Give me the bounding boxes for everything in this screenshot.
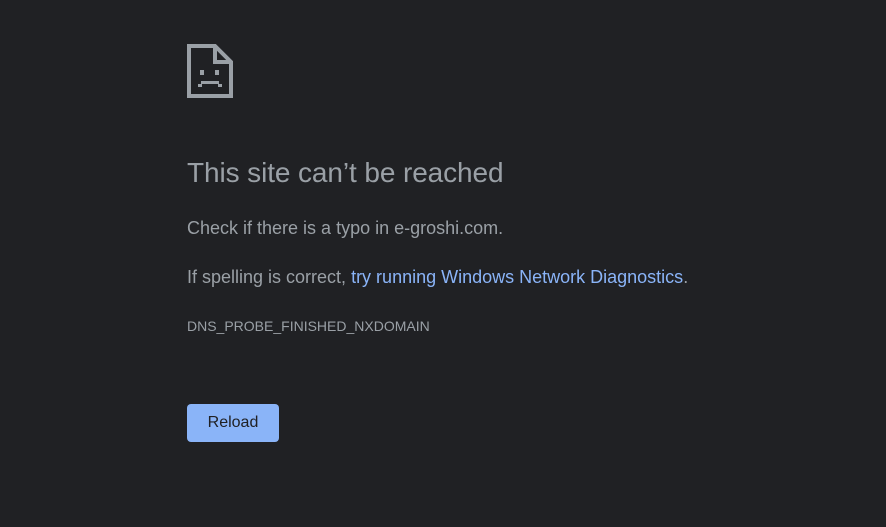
- typo-message: Check if there is a typo in e-groshi.com…: [187, 218, 504, 238]
- reload-button[interactable]: Reload: [187, 404, 279, 442]
- sad-page-icon: [187, 44, 233, 98]
- error-page: This site can’t be reached Check if ther…: [0, 0, 886, 527]
- spelling-prefix: If spelling is correct,: [187, 267, 352, 287]
- error-code: DNS_PROBE_FINISHED_NXDOMAIN: [187, 318, 430, 334]
- spelling-suffix: .: [683, 267, 689, 287]
- spelling-message: If spelling is correct, try running Wind…: [187, 267, 688, 288]
- page-title: This site can’t be reached: [187, 157, 504, 188]
- network-diagnostics-link[interactable]: try running Windows Network Diagnostics: [351, 267, 683, 287]
